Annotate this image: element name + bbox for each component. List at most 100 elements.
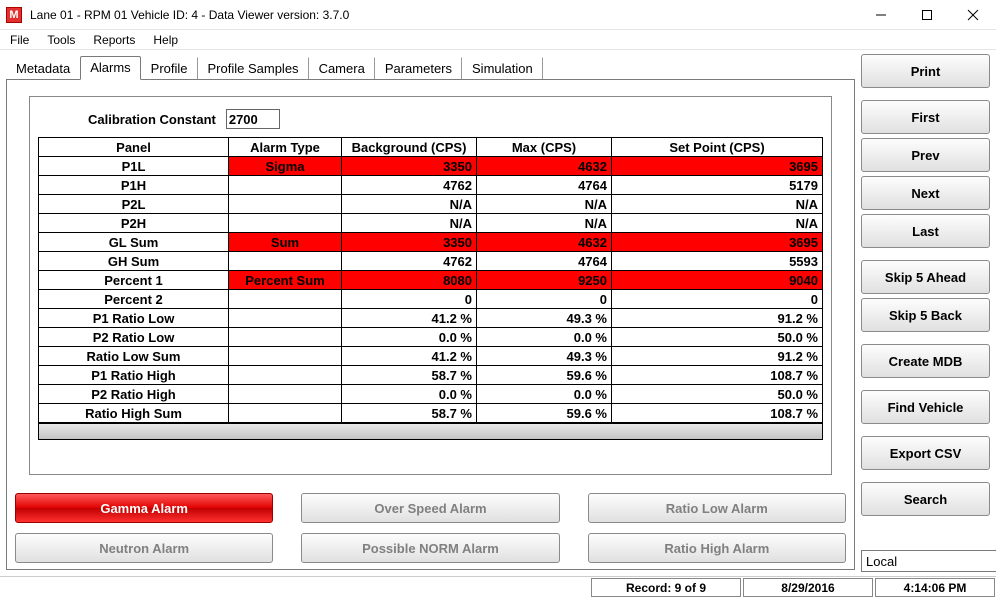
maximize-button[interactable]: [904, 0, 950, 30]
table-cell: 4764: [477, 252, 612, 270]
table-cell: GL Sum: [39, 233, 229, 251]
minimize-button[interactable]: [858, 0, 904, 30]
first-button[interactable]: First: [861, 100, 990, 134]
table-cell: 49.3 %: [477, 309, 612, 327]
table-cell: Percent 1: [39, 271, 229, 289]
close-button[interactable]: [950, 0, 996, 30]
grid-footer: [39, 423, 822, 439]
table-row: P2LN/AN/AN/A: [39, 195, 822, 214]
table-cell: P1H: [39, 176, 229, 194]
table-cell: N/A: [477, 195, 612, 213]
find-vehicle-button[interactable]: Find Vehicle: [861, 390, 990, 424]
tab-camera[interactable]: Camera: [309, 57, 375, 80]
table-cell: [229, 309, 342, 327]
tab-parameters[interactable]: Parameters: [375, 57, 462, 80]
tabbar: Metadata Alarms Profile Profile Samples …: [0, 50, 861, 80]
table-cell: N/A: [612, 195, 822, 213]
table-cell: Percent Sum: [229, 271, 342, 289]
table-cell: [229, 404, 342, 422]
table-cell: 0.0 %: [477, 328, 612, 346]
tab-content: Calibration Constant PanelAlarm TypeBack…: [6, 79, 855, 570]
table-row: P1 Ratio High58.7 %59.6 %108.7 %: [39, 366, 822, 385]
table-cell: P2L: [39, 195, 229, 213]
table-cell: 4762: [342, 252, 477, 270]
table-cell: 9040: [612, 271, 822, 289]
neutron-alarm-button[interactable]: Neutron Alarm: [15, 533, 273, 563]
skip-ahead-button[interactable]: Skip 5 Ahead: [861, 260, 990, 294]
table-cell: 59.6 %: [477, 366, 612, 384]
table-cell: 3695: [612, 233, 822, 251]
window-title: Lane 01 - RPM 01 Vehicle ID: 4 - Data Vi…: [28, 8, 858, 22]
table-cell: 91.2 %: [612, 309, 822, 327]
table-cell: 0.0 %: [342, 328, 477, 346]
status-record: Record: 9 of 9: [591, 578, 741, 597]
tab-alarms[interactable]: Alarms: [80, 56, 140, 80]
possible-norm-alarm-button[interactable]: Possible NORM Alarm: [301, 533, 559, 563]
table-cell: 4632: [477, 233, 612, 251]
column-header: Background (CPS): [342, 138, 477, 156]
table-cell: [229, 366, 342, 384]
status-date: 8/29/2016: [743, 578, 873, 597]
tab-metadata[interactable]: Metadata: [6, 57, 80, 80]
table-cell: 0: [477, 290, 612, 308]
table-cell: 108.7 %: [612, 404, 822, 422]
alarm-buttons-row: Gamma Alarm Neutron Alarm Over Speed Alarm…: [7, 487, 854, 569]
print-button[interactable]: Print: [861, 54, 990, 88]
next-button[interactable]: Next: [861, 176, 990, 210]
table-cell: [229, 252, 342, 270]
table-cell: 41.2 %: [342, 309, 477, 327]
table-row: P2 Ratio Low0.0 %0.0 %50.0 %: [39, 328, 822, 347]
table-cell: 4762: [342, 176, 477, 194]
table-cell: 3695: [612, 157, 822, 175]
create-mdb-button[interactable]: Create MDB: [861, 344, 990, 378]
table-cell: P2 Ratio Low: [39, 328, 229, 346]
table-cell: N/A: [342, 214, 477, 232]
table-cell: [229, 290, 342, 308]
table-row: P2HN/AN/AN/A: [39, 214, 822, 233]
table-cell: P1 Ratio Low: [39, 309, 229, 327]
table-cell: 91.2 %: [612, 347, 822, 365]
menu-reports[interactable]: Reports: [85, 31, 143, 49]
table-cell: P1L: [39, 157, 229, 175]
local-select[interactable]: Local: [861, 550, 996, 572]
table-cell: 4764: [477, 176, 612, 194]
menu-tools[interactable]: Tools: [39, 31, 83, 49]
table-cell: P2H: [39, 214, 229, 232]
over-speed-alarm-button[interactable]: Over Speed Alarm: [301, 493, 559, 523]
search-button[interactable]: Search: [861, 482, 990, 516]
table-cell: N/A: [342, 195, 477, 213]
table-cell: Sigma: [229, 157, 342, 175]
prev-button[interactable]: Prev: [861, 138, 990, 172]
table-cell: Sum: [229, 233, 342, 251]
tab-profile[interactable]: Profile: [141, 57, 198, 80]
last-button[interactable]: Last: [861, 214, 990, 248]
table-cell: Ratio Low Sum: [39, 347, 229, 365]
table-cell: 58.7 %: [342, 366, 477, 384]
table-cell: P2 Ratio High: [39, 385, 229, 403]
table-cell: 0: [612, 290, 822, 308]
table-cell: 58.7 %: [342, 404, 477, 422]
ratio-high-alarm-button[interactable]: Ratio High Alarm: [588, 533, 846, 563]
calibration-input[interactable]: [226, 109, 280, 129]
table-cell: N/A: [612, 214, 822, 232]
calibration-label: Calibration Constant: [88, 112, 216, 127]
menu-help[interactable]: Help: [145, 31, 186, 49]
table-cell: [229, 176, 342, 194]
column-header: Set Point (CPS): [612, 138, 822, 156]
ratio-low-alarm-button[interactable]: Ratio Low Alarm: [588, 493, 846, 523]
table-cell: 3350: [342, 233, 477, 251]
tab-simulation[interactable]: Simulation: [462, 57, 543, 80]
tab-profile-samples[interactable]: Profile Samples: [198, 57, 309, 80]
table-row: GL SumSum335046323695: [39, 233, 822, 252]
table-cell: [229, 214, 342, 232]
gamma-alarm-button[interactable]: Gamma Alarm: [15, 493, 273, 523]
skip-back-button[interactable]: Skip 5 Back: [861, 298, 990, 332]
table-row: Percent 2000: [39, 290, 822, 309]
table-cell: 5179: [612, 176, 822, 194]
table-row: P1H 476247645179: [39, 176, 822, 195]
menu-file[interactable]: File: [2, 31, 37, 49]
app-icon: M: [6, 7, 22, 23]
table-cell: [229, 195, 342, 213]
alarms-frame: Calibration Constant PanelAlarm TypeBack…: [29, 96, 832, 475]
export-csv-button[interactable]: Export CSV: [861, 436, 990, 470]
